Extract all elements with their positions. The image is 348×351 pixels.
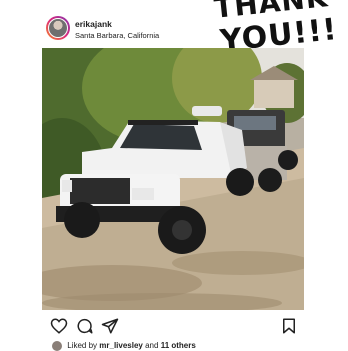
post-header: erikajank Santa Barbara, California <box>46 16 226 46</box>
heart-icon[interactable] <box>50 317 68 335</box>
likes-connector: and <box>145 341 159 351</box>
avatar[interactable] <box>46 16 70 40</box>
send-icon[interactable] <box>101 317 119 335</box>
location[interactable]: Santa Barbara, California <box>75 31 159 40</box>
post-photo[interactable] <box>42 48 304 310</box>
comment-icon[interactable] <box>76 317 94 335</box>
likes-others-count[interactable]: 11 others <box>161 341 196 350</box>
likes-summary: Liked by mr_livesley and 11 others <box>52 341 196 351</box>
bookmark-icon[interactable] <box>280 317 298 335</box>
truck-photo-illustration <box>42 48 304 310</box>
likes-prefix: Liked by <box>67 341 98 351</box>
liker-username[interactable]: mr_livesley <box>99 341 143 350</box>
username[interactable]: erikajank <box>75 19 112 29</box>
action-bar <box>42 314 304 336</box>
liker-avatar <box>52 341 62 351</box>
